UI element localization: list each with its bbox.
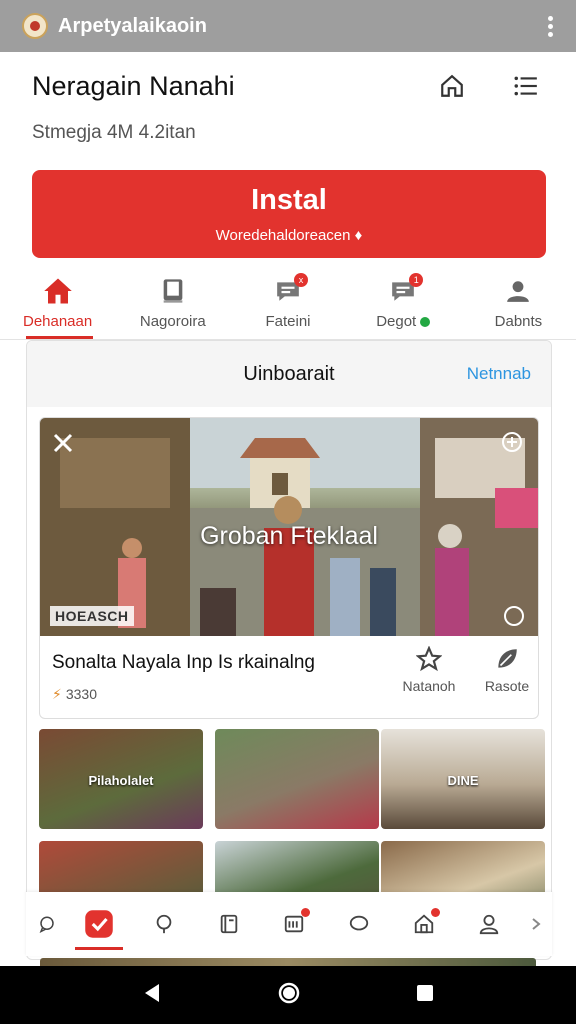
overflow-menu-icon[interactable] xyxy=(540,12,560,40)
tab-label: Degot xyxy=(376,313,417,330)
tab-label: Fateini xyxy=(265,313,311,330)
featured-tag: HOEASCH xyxy=(50,606,134,626)
next-item-preview xyxy=(40,958,536,966)
install-sublabel: Woredehaldoreacen ♦ xyxy=(215,227,363,244)
count-value: 3330 xyxy=(65,686,97,702)
chat-icon: 1 xyxy=(387,273,424,307)
notification-badge: 1 xyxy=(409,273,424,287)
share-action[interactable]: Rasote xyxy=(476,646,538,694)
tab-nagoroira[interactable]: Nagoroira xyxy=(115,266,230,339)
tab-degot[interactable]: 1 Degot xyxy=(346,266,461,339)
chevron-right-icon[interactable] xyxy=(526,896,546,952)
play-icon[interactable] xyxy=(504,606,524,626)
featured-footer: Sonalta Nayala Inp Is rkainalng ⚡ 3330 Na… xyxy=(40,636,538,718)
close-icon[interactable] xyxy=(52,432,74,454)
back-icon[interactable] xyxy=(141,982,163,1009)
notification-badge: x xyxy=(294,273,308,287)
app-subtitle: Stmegja 4M 4.2itan xyxy=(32,122,196,143)
page-header: Neragain Nanahi xyxy=(0,54,576,118)
notification-dot xyxy=(301,908,310,917)
featured-card[interactable]: Groban Fteklaal HOEASCH Sonalta Nayala I… xyxy=(39,417,539,719)
online-status-icon xyxy=(420,317,431,328)
tab-label: Nagoroira xyxy=(139,313,206,330)
thumbnail[interactable]: DINE xyxy=(381,729,545,829)
expand-icon[interactable] xyxy=(500,430,524,454)
page-title: Neragain Nanahi xyxy=(32,70,235,101)
install-label: Instal xyxy=(251,184,327,216)
bottom-dock xyxy=(26,892,552,956)
video-app-icon[interactable] xyxy=(71,896,127,952)
list-menu-icon[interactable] xyxy=(508,68,544,104)
tab-home[interactable]: Dehanaan xyxy=(0,266,115,339)
tab-label: Dehanaan xyxy=(22,313,93,330)
app-logo-icon xyxy=(22,13,48,39)
recents-icon[interactable] xyxy=(415,983,435,1008)
home-icon[interactable] xyxy=(396,896,452,952)
news-icon[interactable] xyxy=(266,896,322,952)
featured-image: Groban Fteklaal HOEASCH xyxy=(40,418,538,636)
message-icon[interactable] xyxy=(331,896,387,952)
thumbnail[interactable]: Pilaholalet xyxy=(39,729,203,829)
action-label: Natanoh xyxy=(402,678,456,694)
tab-dabnts[interactable]: Dabnts xyxy=(461,266,576,339)
install-button[interactable]: Instal Woredehaldoreacen ♦ xyxy=(32,170,546,258)
content-panel: Uinboarait Netnnab Groban Fteklaal HOEAS… xyxy=(26,340,552,960)
home-icon xyxy=(42,275,74,307)
leaf-icon xyxy=(498,649,517,668)
panel-title: Uinboarait xyxy=(243,362,335,385)
home-icon[interactable] xyxy=(434,68,470,104)
tab-label-wrap: Degot xyxy=(376,313,431,330)
book-icon xyxy=(157,275,189,307)
featured-overlay-title: Groban Fteklaal xyxy=(200,522,378,550)
app-name: Arpetyalaikaoin xyxy=(58,14,207,37)
bolt-icon: ⚡ xyxy=(52,686,62,702)
search-icon[interactable] xyxy=(136,896,192,952)
thumbnail-label: DINE xyxy=(447,773,479,788)
notification-dot xyxy=(431,908,440,917)
app-bar: Arpetyalaikaoin xyxy=(0,0,576,52)
thumbnail-label: Pilaholalet xyxy=(88,773,154,788)
user-icon[interactable] xyxy=(461,896,517,952)
tab-fateini[interactable]: x Fateini xyxy=(230,266,345,339)
tab-label: Dabnts xyxy=(494,313,543,330)
chat-bubble-icon[interactable] xyxy=(32,896,62,952)
chat-icon: x xyxy=(272,273,308,307)
thumbnail[interactable] xyxy=(215,729,379,829)
book-icon[interactable] xyxy=(201,896,257,952)
action-label: Rasote xyxy=(484,678,530,694)
user-icon xyxy=(502,275,534,307)
home-button-icon[interactable] xyxy=(277,981,301,1010)
favorite-action[interactable]: Natanoh xyxy=(398,646,460,694)
star-icon xyxy=(416,646,442,672)
system-nav-bar xyxy=(0,966,576,1024)
panel-header: Uinboarait Netnnab xyxy=(27,341,551,407)
tab-bar: Dehanaan Nagoroira x Fateini 1 Degot Dab… xyxy=(0,266,576,340)
panel-link[interactable]: Netnnab xyxy=(467,364,531,384)
